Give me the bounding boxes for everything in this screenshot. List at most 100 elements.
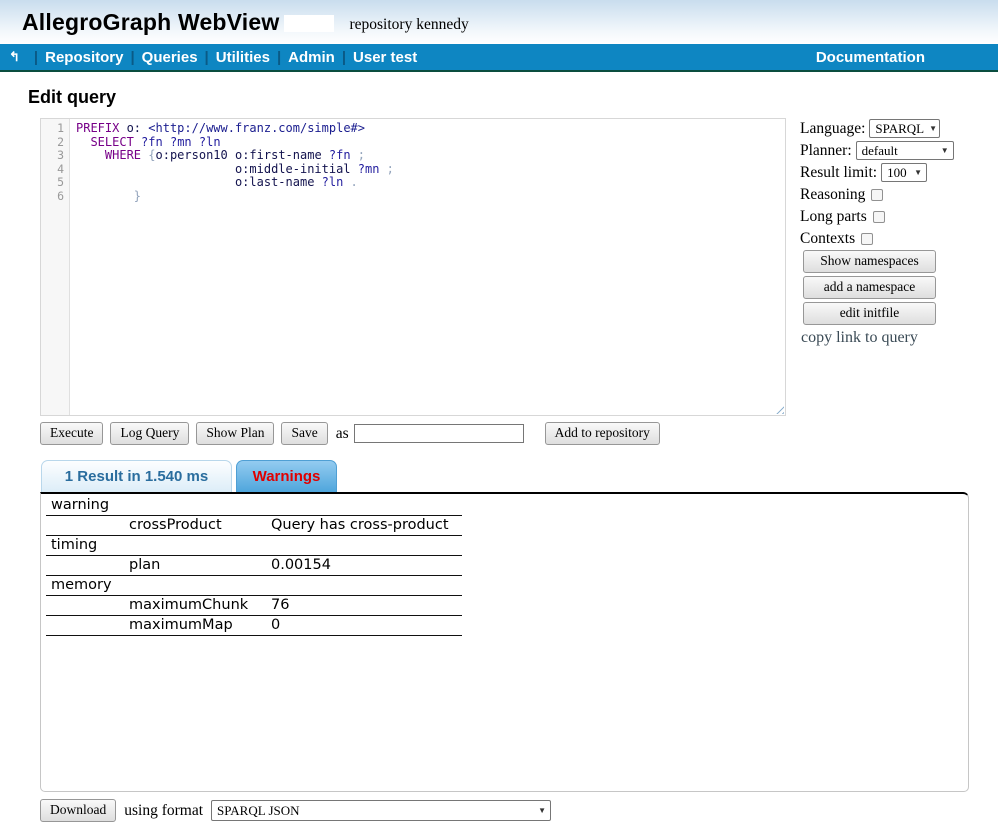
line-number: 4 <box>41 163 64 177</box>
query-code[interactable]: PREFIX o: <http://www.franz.com/simple#>… <box>70 119 394 415</box>
nav-items: |Repository|Queries|Utilities|Admin|User… <box>27 49 417 66</box>
chevron-down-icon: ▼ <box>538 806 546 815</box>
back-icon[interactable]: ↰ <box>9 49 20 65</box>
chevron-down-icon: ▼ <box>941 146 949 155</box>
save-button[interactable]: Save <box>281 422 327 445</box>
line-number: 2 <box>41 136 64 150</box>
indent-cell <box>46 516 127 536</box>
query-options-panel: Language: SPARQL ▼ Planner: default ▼ Re… <box>800 118 975 347</box>
language-select[interactable]: SPARQL ▼ <box>869 119 940 138</box>
indent-cell <box>46 556 127 576</box>
result-tabs: 1 Result in 1.540 ms Warnings <box>41 460 998 492</box>
result-limit-select-value: 100 <box>887 165 907 181</box>
results-panel: warningcrossProductQuery has cross-produ… <box>40 492 969 792</box>
nav-item-utilities[interactable]: Utilities <box>216 49 270 66</box>
long-parts-checkbox[interactable] <box>873 211 885 223</box>
save-name-input[interactable] <box>354 424 524 443</box>
as-label: as <box>336 425 349 443</box>
result-limit-label: Result limit: <box>800 164 877 182</box>
app-title: AllegroGraph WebView <box>22 9 279 36</box>
long-parts-label: Long parts <box>800 208 867 226</box>
tab-results[interactable]: 1 Result in 1.540 ms <box>41 460 232 492</box>
edit-initfile-button[interactable]: edit initfile <box>803 302 936 325</box>
nav-separator: | <box>277 49 281 66</box>
download-button[interactable]: Download <box>40 799 116 822</box>
table-row: memory <box>46 576 462 596</box>
item-name: plan <box>127 556 269 576</box>
planner-label: Planner: <box>800 142 852 160</box>
nav-item-documentation[interactable]: Documentation <box>816 49 925 66</box>
query-editor[interactable]: 123456 PREFIX o: <http://www.franz.com/s… <box>40 118 786 416</box>
nav-bar: ↰ |Repository|Queries|Utilities|Admin|Us… <box>0 44 998 72</box>
planner-select[interactable]: default ▼ <box>856 141 954 160</box>
add-namespace-button[interactable]: add a namespace <box>803 276 936 299</box>
planner-select-value: default <box>862 143 898 159</box>
table-row: maximumMap0 <box>46 616 462 636</box>
nav-item-repository[interactable]: Repository <box>45 49 123 66</box>
add-to-repository-button[interactable]: Add to repository <box>545 422 660 445</box>
table-row: maximumChunk76 <box>46 596 462 616</box>
section-label: timing <box>46 536 462 556</box>
code-line: WHERE {o:person10 o:first-name ?fn ; <box>76 149 394 163</box>
execute-button[interactable]: Execute <box>40 422 103 445</box>
code-line: o:middle-initial ?mn ; <box>76 163 394 177</box>
section-label: memory <box>46 576 462 596</box>
contexts-row: Contexts <box>800 228 975 249</box>
indent-cell <box>46 616 127 636</box>
code-line: PREFIX o: <http://www.franz.com/simple#> <box>76 122 394 136</box>
warnings-table: warningcrossProductQuery has cross-produ… <box>46 496 462 636</box>
header: AllegroGraph WebView repository kennedy <box>0 0 998 44</box>
reasoning-label: Reasoning <box>800 186 865 204</box>
code-line: } <box>76 190 394 204</box>
title-box <box>284 15 334 32</box>
result-limit-select[interactable]: 100 ▼ <box>881 163 927 182</box>
line-number: 5 <box>41 176 64 190</box>
result-limit-row: Result limit: 100 ▼ <box>800 162 975 183</box>
format-select[interactable]: SPARQL JSON ▼ <box>211 800 551 821</box>
nav-item-admin[interactable]: Admin <box>288 49 335 66</box>
nav-separator: | <box>34 49 38 66</box>
contexts-label: Contexts <box>800 230 855 248</box>
language-row: Language: SPARQL ▼ <box>800 118 975 139</box>
nav-separator: | <box>130 49 134 66</box>
page-title: Edit query <box>28 87 998 108</box>
code-line: SELECT ?fn ?mn ?ln <box>76 136 394 150</box>
nav-item-user-test[interactable]: User test <box>353 49 417 66</box>
reasoning-row: Reasoning <box>800 184 975 205</box>
show-namespaces-button[interactable]: Show namespaces <box>803 250 936 273</box>
workspace: 123456 PREFIX o: <http://www.franz.com/s… <box>0 118 998 416</box>
section-label: warning <box>46 496 462 516</box>
nav-item-queries[interactable]: Queries <box>142 49 198 66</box>
table-row: plan0.00154 <box>46 556 462 576</box>
repository-label: repository kennedy <box>349 16 468 34</box>
code-line: o:last-name ?ln . <box>76 176 394 190</box>
item-value: 0.00154 <box>269 556 462 576</box>
language-label: Language: <box>800 120 865 138</box>
format-select-value: SPARQL JSON <box>217 803 300 819</box>
actions-row: Execute Log Query Show Plan Save as Add … <box>40 422 998 445</box>
line-number: 1 <box>41 122 64 136</box>
line-number: 3 <box>41 149 64 163</box>
table-row: crossProductQuery has cross-product <box>46 516 462 536</box>
show-plan-button[interactable]: Show Plan <box>196 422 274 445</box>
item-value: 76 <box>269 596 462 616</box>
copy-link-to-query[interactable]: copy link to query <box>801 329 975 347</box>
line-number: 6 <box>41 190 64 204</box>
item-name: maximumMap <box>127 616 269 636</box>
item-name: maximumChunk <box>127 596 269 616</box>
tab-warnings[interactable]: Warnings <box>236 460 337 492</box>
nav-separator: | <box>342 49 346 66</box>
reasoning-checkbox[interactable] <box>871 189 883 201</box>
table-row: timing <box>46 536 462 556</box>
resize-handle-icon[interactable] <box>773 403 784 414</box>
item-value: 0 <box>269 616 462 636</box>
chevron-down-icon: ▼ <box>914 168 922 177</box>
item-name: crossProduct <box>127 516 269 536</box>
chevron-down-icon: ▼ <box>929 124 937 133</box>
log-query-button[interactable]: Log Query <box>110 422 189 445</box>
planner-row: Planner: default ▼ <box>800 140 975 161</box>
download-row: Download using format SPARQL JSON ▼ <box>40 799 998 822</box>
long-parts-row: Long parts <box>800 206 975 227</box>
using-format-label: using format <box>124 802 203 820</box>
contexts-checkbox[interactable] <box>861 233 873 245</box>
